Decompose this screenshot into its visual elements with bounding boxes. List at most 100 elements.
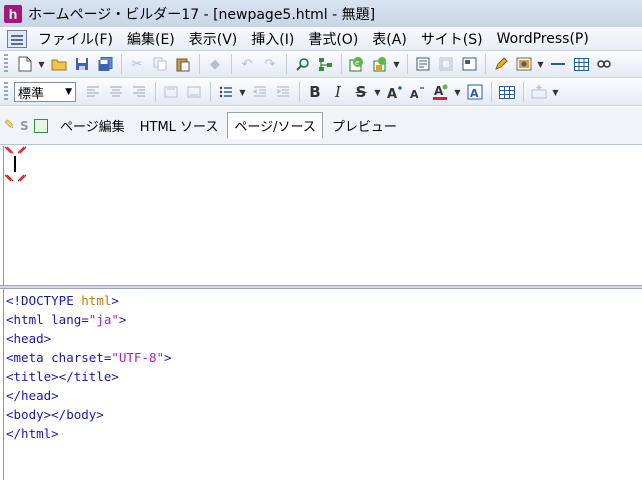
find-icon[interactable] <box>291 53 313 75</box>
source-line: </html> <box>6 426 59 441</box>
font-size-decrease-icon[interactable]: A <box>407 81 429 103</box>
menu-edit[interactable]: 編集(E) <box>120 29 182 49</box>
cut-icon[interactable]: ✂ <box>126 53 148 75</box>
menu-format[interactable]: 書式(O) <box>301 29 365 49</box>
source-line: <meta charset="UTF-8"> <box>6 350 172 365</box>
save-all-icon[interactable] <box>94 53 116 75</box>
block-bottom-icon[interactable] <box>183 81 205 103</box>
font-color-dropdown-icon[interactable]: ▼ <box>453 88 462 97</box>
text-decoration-dropdown-icon[interactable]: ▼ <box>373 88 382 97</box>
font-color-icon[interactable]: A <box>430 81 452 103</box>
frame-icon[interactable] <box>435 53 457 75</box>
text-caret <box>14 156 16 172</box>
html-source-editor[interactable]: <!DOCTYPE html> <html lang="ja"> <head> … <box>3 289 642 480</box>
pencil-icon[interactable]: ✎ <box>4 118 20 133</box>
align-center-icon[interactable] <box>105 81 127 103</box>
bold-icon[interactable]: B <box>304 81 326 103</box>
toolbar-separator <box>286 54 287 74</box>
menu-file[interactable]: ファイル(F) <box>31 29 120 49</box>
view-tab-bar: ✎ S ページ編集 HTML ソース ページ/ソース プレビュー <box>0 107 642 145</box>
new-page-icon[interactable] <box>14 53 36 75</box>
align-right-icon[interactable] <box>128 81 150 103</box>
menu-bar: ファイル(F) 編集(E) 表示(V) 挿入(I) 書式(O) 表(A) サイト… <box>0 27 642 51</box>
toolbar-separator <box>299 82 300 102</box>
copy-icon[interactable] <box>149 53 171 75</box>
font-style-icon[interactable]: A <box>464 81 486 103</box>
page-properties-icon[interactable] <box>412 53 434 75</box>
open-folder-icon[interactable] <box>48 53 70 75</box>
toolbar-separator <box>210 82 211 102</box>
block-top-icon[interactable] <box>160 81 182 103</box>
window-title: ホームページ・ビルダー17 - [newpage5.html - 無題] <box>28 6 376 23</box>
font-size-increase-icon[interactable]: A <box>384 81 406 103</box>
standard-toolbar: ▼ ✂ ◆ ↶ ↷ e ▼ ▼ <box>0 51 642 78</box>
paragraph-style-value: 標準 <box>18 86 45 102</box>
outdent-icon[interactable] <box>249 81 271 103</box>
toolbar-separator <box>121 54 122 74</box>
source-line: </head> <box>6 388 59 403</box>
source-line: <body></body> <box>6 407 104 422</box>
menu-site[interactable]: サイト(S) <box>414 29 490 49</box>
horizontal-rule-icon[interactable] <box>547 53 569 75</box>
italic-icon[interactable]: I <box>327 81 349 103</box>
layout-icon[interactable] <box>458 53 480 75</box>
svg-text:A: A <box>410 88 419 99</box>
toolbar-separator <box>199 54 200 74</box>
toolbar-separator <box>341 54 342 74</box>
body-start-marker-icon <box>4 146 26 154</box>
publish-icon[interactable] <box>369 53 391 75</box>
publish-dropdown-icon[interactable]: ▼ <box>392 60 401 69</box>
svg-text:A: A <box>470 87 479 100</box>
toolbar-separator <box>485 54 486 74</box>
menu-insert[interactable]: 挿入(I) <box>244 29 301 49</box>
table-layout-icon[interactable] <box>496 81 518 103</box>
toolbar-separator <box>155 82 156 102</box>
source-line: <title></title> <box>6 369 119 384</box>
body-end-marker-icon <box>4 174 26 182</box>
new-page-dropdown-icon[interactable]: ▼ <box>37 60 46 69</box>
paste-icon[interactable] <box>172 53 194 75</box>
svg-text:A: A <box>434 84 444 98</box>
chevron-down-icon: ▼ <box>65 87 72 97</box>
app-logo-icon: h <box>4 4 22 23</box>
tab-html-source[interactable]: HTML ソース <box>134 113 225 138</box>
toolbar-grip[interactable] <box>4 54 8 74</box>
undo-icon[interactable]: ↶ <box>236 53 258 75</box>
menu-view[interactable]: 表示(V) <box>182 29 245 49</box>
style-s-icon[interactable]: S <box>20 119 34 133</box>
tab-page-source[interactable]: ページ/ソース <box>227 112 323 139</box>
list-icon[interactable] <box>215 81 237 103</box>
eraser-icon[interactable]: ◆ <box>204 53 226 75</box>
source-line: <html lang="ja"> <box>6 312 127 327</box>
tab-page-edit[interactable]: ページ編集 <box>54 113 131 138</box>
paragraph-style-select[interactable]: 標準 ▼ <box>14 82 76 102</box>
svg-text:A: A <box>387 87 397 99</box>
source-line: <!DOCTYPE html> <box>6 293 119 308</box>
document-icon[interactable] <box>34 118 48 133</box>
save-icon[interactable] <box>71 53 93 75</box>
pen-icon[interactable] <box>490 53 512 75</box>
toolbar-separator <box>491 82 492 102</box>
site-map-icon[interactable] <box>314 53 336 75</box>
insert-row-icon[interactable] <box>528 81 550 103</box>
page-edit-pane[interactable] <box>3 146 642 285</box>
document-menu-icon[interactable] <box>7 29 27 48</box>
toolbar-separator <box>407 54 408 74</box>
image-icon[interactable] <box>513 53 535 75</box>
menu-table[interactable]: 表(A) <box>365 29 414 49</box>
align-left-icon[interactable] <box>82 81 104 103</box>
redo-icon[interactable]: ↷ <box>259 53 281 75</box>
tab-preview[interactable]: プレビュー <box>326 113 403 138</box>
link-icon[interactable] <box>593 53 615 75</box>
image-dropdown-icon[interactable]: ▼ <box>536 60 545 69</box>
svg-text:e: e <box>355 59 359 67</box>
insert-row-dropdown-icon[interactable]: ▼ <box>551 88 560 97</box>
menu-wordpress[interactable]: WordPress(P) <box>490 31 596 47</box>
strikethrough-icon[interactable]: S <box>350 81 372 103</box>
list-dropdown-icon[interactable]: ▼ <box>238 88 247 97</box>
title-bar: h ホームページ・ビルダー17 - [newpage5.html - 無題] <box>0 0 642 27</box>
indent-icon[interactable] <box>272 81 294 103</box>
browser-preview-icon[interactable]: e <box>346 53 368 75</box>
insert-table-icon[interactable] <box>570 53 592 75</box>
toolbar-grip[interactable] <box>4 82 8 102</box>
